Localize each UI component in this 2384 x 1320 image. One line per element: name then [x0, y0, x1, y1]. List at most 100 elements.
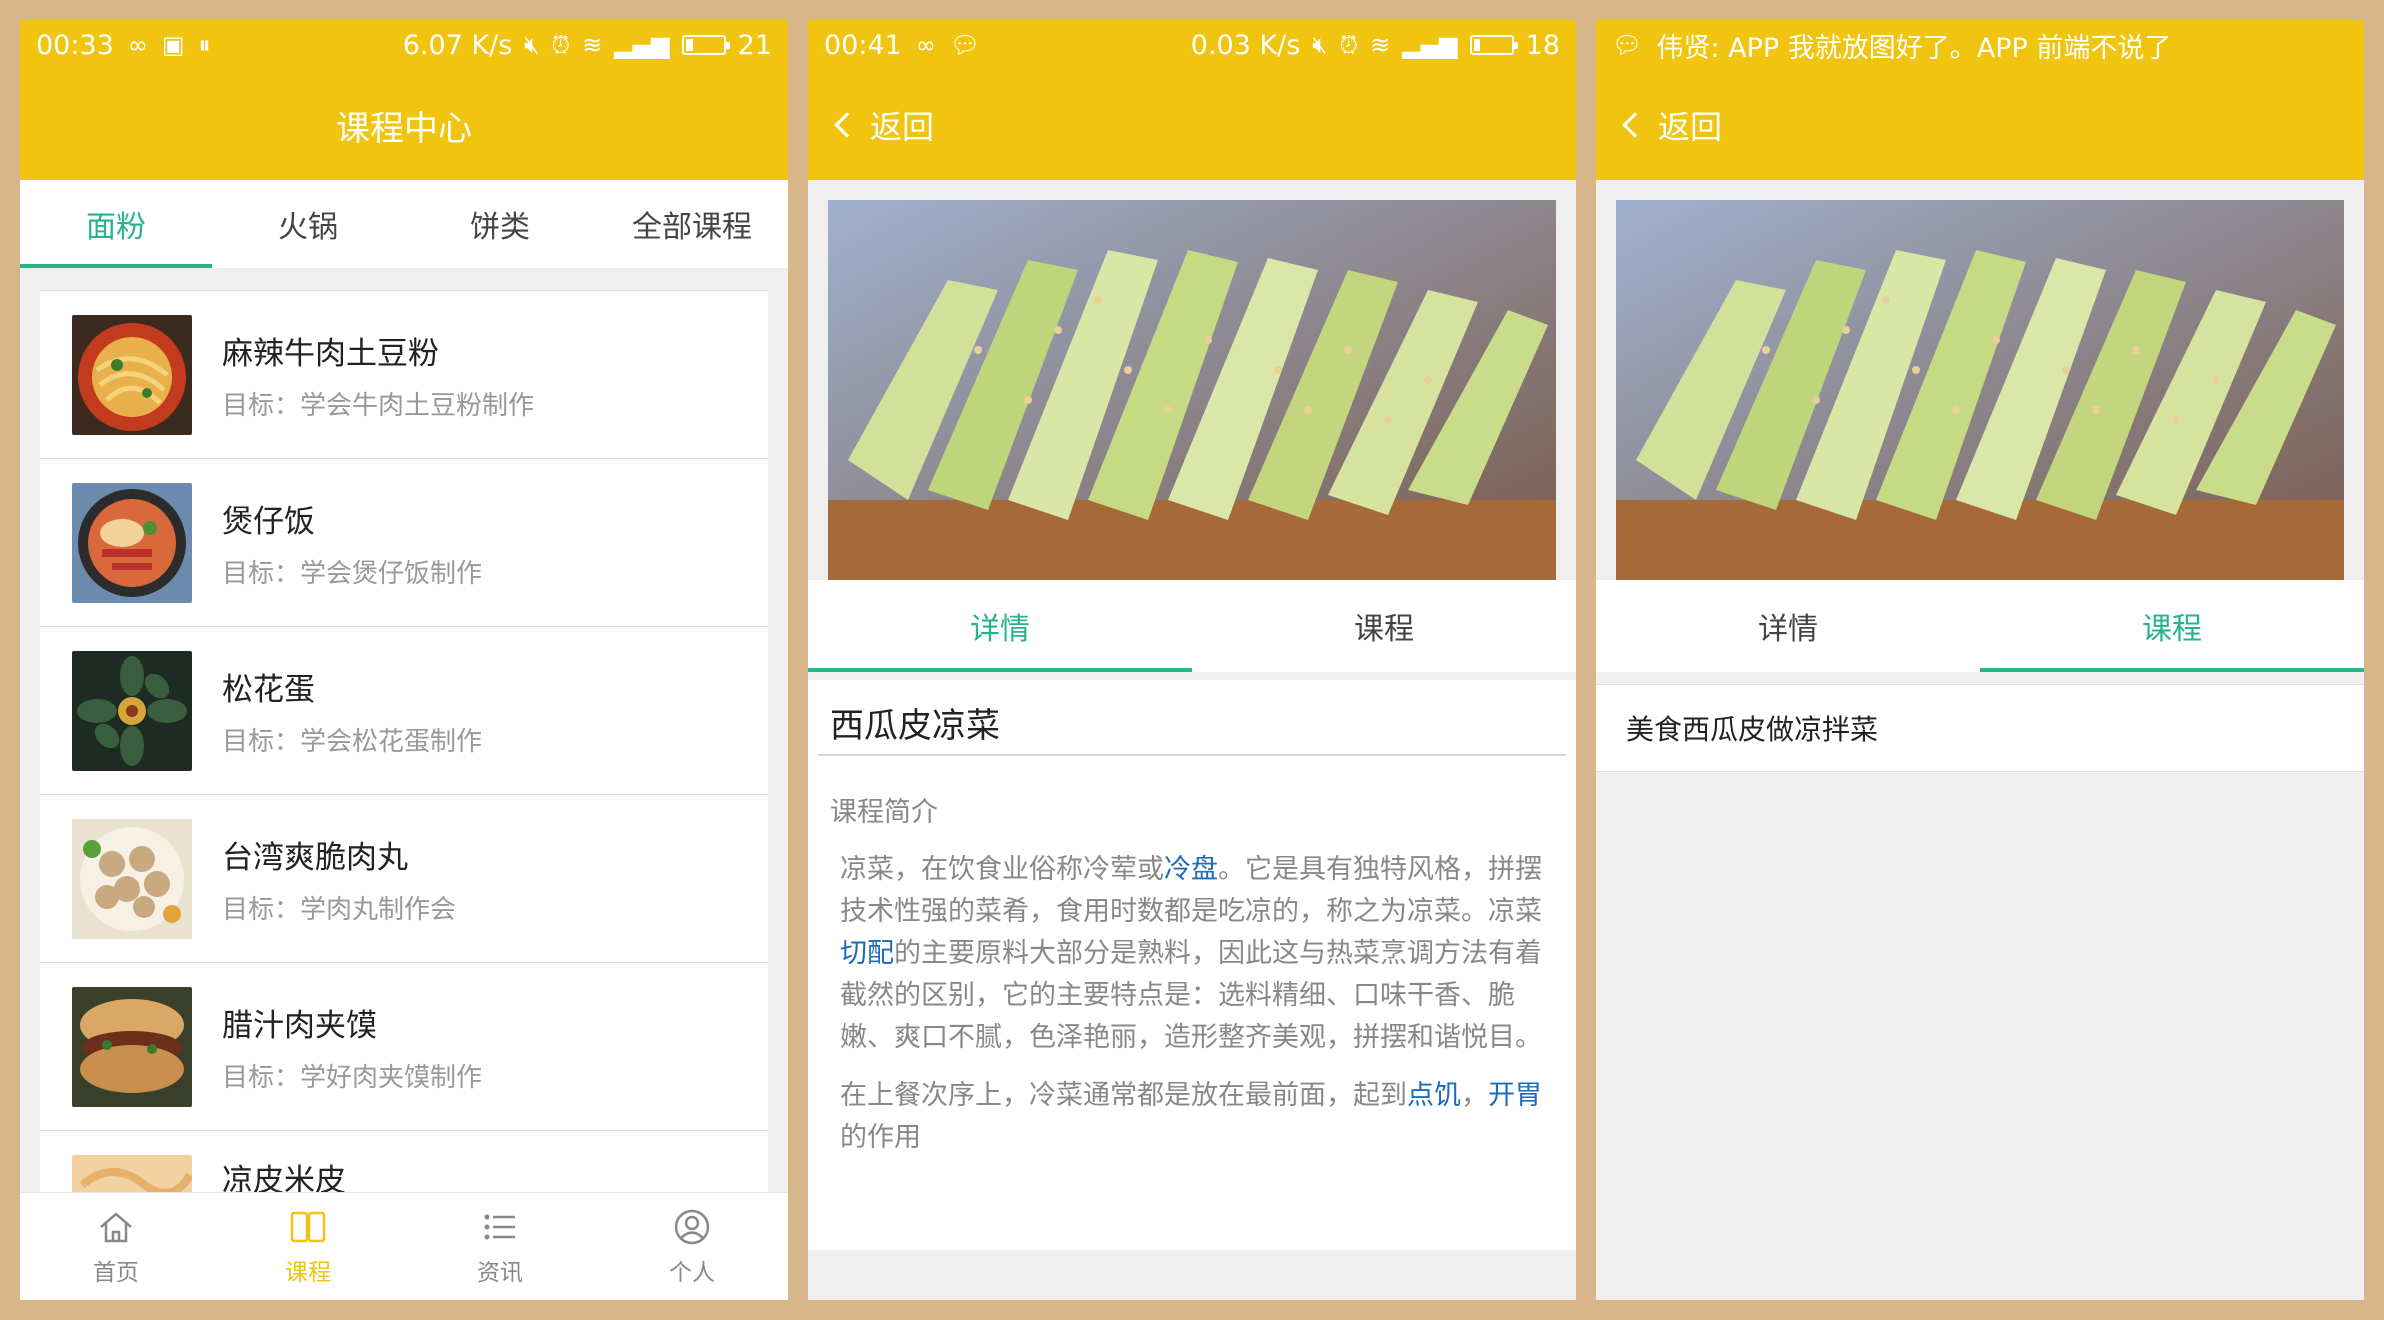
chevron-left-icon	[834, 112, 860, 138]
page-title: 课程中心	[336, 108, 472, 149]
course-detail-screen: 00:41 ∞ 💬︎ 0.03 K/s 🔇︎ ⏰︎ ≋ ▂▄▆ 18 返回 详情…	[808, 20, 1576, 1300]
detail-card: 西瓜皮凉菜 课程简介 凉菜，在饮食业俗称冷荤或冷盘。它是具有独特风格，拼摆技术性…	[808, 680, 1576, 1250]
nav-news[interactable]: 资讯	[404, 1193, 596, 1300]
home-icon	[96, 1207, 136, 1247]
battery-level	[685, 39, 694, 51]
pause-icon: ⏸	[198, 31, 211, 59]
course-goal: 目标：学好肉夹馍制作	[222, 1062, 483, 1093]
notification-text[interactable]: 伟贤: APP 我就放图好了。APP 前端不说了	[1656, 26, 2171, 65]
intro-paragraph: 在上餐次序上，冷菜通常都是放在最前面，起到点饥，开胃的作用	[840, 1075, 1544, 1159]
tab-all-courses[interactable]: 全部课程	[596, 180, 788, 268]
course-thumbnail	[72, 314, 192, 435]
course-goal: 目标：学肉丸制作会	[222, 894, 457, 925]
course-hero-image	[1616, 200, 2344, 580]
course-item[interactable]: 麻辣牛肉土豆粉 目标：学会牛肉土豆粉制作	[40, 291, 768, 459]
nav-news-label: 资讯	[477, 1259, 523, 1286]
network-speed: 0.03 K/s	[1190, 29, 1301, 61]
back-button[interactable]: 返回	[1596, 70, 2364, 180]
nav-courses-label: 课程	[285, 1259, 331, 1286]
status-bar: 00:41 ∞ 💬︎ 0.03 K/s 🔇︎ ⏰︎ ≋ ▂▄▆ 18	[808, 20, 1576, 70]
nav-courses[interactable]: 课程	[212, 1193, 404, 1300]
nav-home[interactable]: 首页	[20, 1193, 212, 1300]
course-list-screen: 💬︎ 伟贤: APP 我就放图好了。APP 前端不说了 返回 详情 课程 美食西…	[1596, 20, 2364, 1300]
alarm-icon: ⏰︎	[1339, 31, 1359, 59]
tab-details[interactable]: 详情	[808, 580, 1192, 672]
course-thumbnail	[72, 986, 192, 1107]
chat-icon: 💬︎	[1612, 31, 1643, 59]
link-cold-plate[interactable]: 冷盘	[1164, 854, 1218, 885]
course-thumbnail	[72, 650, 192, 771]
course-thumbnail	[72, 818, 192, 939]
battery-level-text: 21	[737, 29, 772, 61]
tab-course[interactable]: 课程	[1980, 580, 2364, 672]
battery-icon	[681, 35, 730, 55]
status-bar: 00:33 ∞ ▣ ⏸ 6.07 K/s 🔇︎ ⏰︎ ≋ ▂▄▆ 21	[20, 20, 788, 70]
chevron-left-icon	[1622, 112, 1648, 138]
course-list: 麻辣牛肉土豆粉 目标：学会牛肉土豆粉制作 煲仔饭 目标：学会煲仔饭制作 松花蛋 …	[40, 290, 768, 1299]
back-label: 返回	[870, 108, 935, 146]
infinity-icon: ∞	[915, 31, 936, 59]
intro-text: 凉菜，在饮食业俗称冷荤或	[840, 854, 1164, 885]
user-icon	[672, 1207, 712, 1247]
course-title: 西瓜皮凉菜	[830, 706, 1000, 746]
course-thumbnail	[72, 1155, 192, 1195]
course-hero-image	[828, 200, 1556, 580]
book-icon	[288, 1207, 328, 1247]
course-item[interactable]: 台湾爽脆肉丸 目标：学肉丸制作会	[40, 795, 768, 963]
status-bar: 💬︎ 伟贤: APP 我就放图好了。APP 前端不说了	[1596, 20, 2364, 70]
course-title: 松花蛋	[222, 671, 315, 708]
mute-icon: 🔇︎	[1312, 31, 1328, 59]
tab-flour[interactable]: 面粉	[20, 180, 212, 268]
intro-heading: 课程简介	[830, 797, 938, 828]
course-goal: 目标：学会牛肉土豆粉制作	[222, 390, 535, 421]
detail-tabs: 详情 课程	[808, 580, 1576, 672]
course-list-item[interactable]: 美食西瓜皮做凉拌菜	[1596, 684, 2364, 772]
course-title: 台湾爽脆肉丸	[222, 839, 408, 876]
course-title: 麻辣牛肉土豆粉	[222, 335, 439, 372]
course-thumbnail	[72, 482, 192, 603]
battery-level-text: 18	[1525, 29, 1560, 61]
course-goal: 目标：学会煲仔饭制作	[222, 558, 483, 589]
status-time: 00:33	[36, 29, 114, 61]
list-icon	[480, 1207, 520, 1247]
intro-paragraph: 凉菜，在饮食业俗称冷荤或冷盘。它是具有独特风格，拼摆技术性强的菜肴，食用时数都是…	[840, 849, 1544, 1059]
intro-text: ，	[1461, 1080, 1488, 1111]
infinity-icon: ∞	[127, 31, 148, 59]
signal-icon: ▂▄▆	[614, 31, 670, 59]
mute-icon: 🔇︎	[524, 31, 540, 59]
link-appetite[interactable]: 开胃	[1488, 1080, 1542, 1111]
course-item[interactable]: 腊汁肉夹馍 目标：学好肉夹馍制作	[40, 963, 768, 1131]
course-title: 腊汁肉夹馍	[222, 1007, 377, 1044]
nav-profile-label: 个人	[669, 1259, 715, 1286]
intro-text: 在上餐次序上，冷菜通常都是放在最前面，起到	[840, 1080, 1407, 1111]
nav-home-label: 首页	[93, 1259, 139, 1286]
tab-pastry[interactable]: 饼类	[404, 180, 596, 268]
battery-icon	[1469, 35, 1518, 55]
back-label: 返回	[1658, 108, 1723, 146]
course-item[interactable]: 松花蛋 目标：学会松花蛋制作	[40, 627, 768, 795]
tab-details[interactable]: 详情	[1596, 580, 1980, 672]
battery-level	[1473, 39, 1481, 51]
intro-text: 的主要原料大部分是熟料，因此这与热菜烹调方法有着截然的区别，它的主要特点是：选料…	[840, 938, 1542, 1053]
status-time: 00:41	[824, 29, 902, 61]
network-speed: 6.07 K/s	[402, 29, 513, 61]
nav-profile[interactable]: 个人	[596, 1193, 788, 1300]
signal-icon: ▂▄▆	[1402, 31, 1458, 59]
course-title: 煲仔饭	[222, 503, 315, 540]
detail-tabs: 详情 课程	[1596, 580, 2364, 672]
tab-hotpot[interactable]: 火锅	[212, 180, 404, 268]
course-item[interactable]: 煲仔饭 目标：学会煲仔饭制作	[40, 459, 768, 627]
intro-text: 的作用	[840, 1122, 921, 1153]
tab-course[interactable]: 课程	[1192, 580, 1576, 672]
back-button[interactable]: 返回	[808, 70, 1576, 180]
link-appetizer[interactable]: 点饥	[1407, 1080, 1461, 1111]
intro-body: 凉菜，在饮食业俗称冷荤或冷盘。它是具有独特风格，拼摆技术性强的菜肴，食用时数都是…	[808, 829, 1576, 1159]
wifi-icon: ≋	[1370, 31, 1391, 59]
chat-icon: 💬︎	[949, 31, 981, 59]
course-goal: 目标：学会松花蛋制作	[222, 726, 483, 757]
alarm-icon: ⏰︎	[551, 31, 571, 59]
wifi-icon: ≋	[582, 31, 603, 59]
image-icon: ▣	[161, 31, 185, 59]
link-cutting[interactable]: 切配	[840, 938, 894, 969]
course-center-screen: 00:33 ∞ ▣ ⏸ 6.07 K/s 🔇︎ ⏰︎ ≋ ▂▄▆ 21 课程中心…	[20, 20, 788, 1300]
